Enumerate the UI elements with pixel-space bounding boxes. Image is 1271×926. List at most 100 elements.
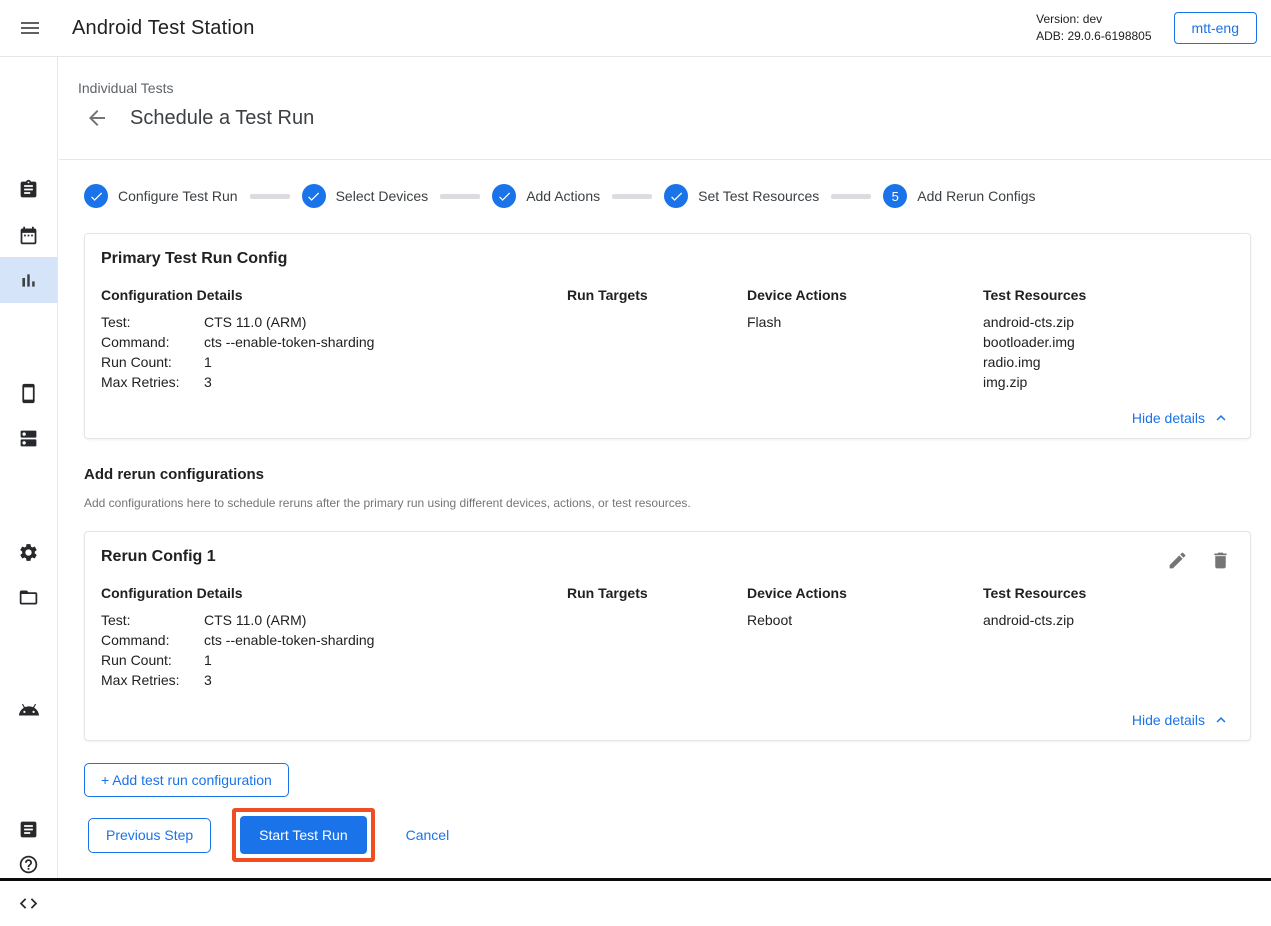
adb-version-label: ADB: 29.0.6-6198805 bbox=[1036, 28, 1151, 45]
config-value: cts --enable-token-sharding bbox=[204, 332, 567, 352]
stepper-step-label: Add Actions bbox=[526, 188, 600, 204]
clipboard-icon bbox=[18, 179, 39, 200]
rerun-section-description: Add configurations here to schedule reru… bbox=[84, 496, 1251, 510]
breadcrumb: Individual Tests bbox=[78, 80, 1251, 96]
test-resource-item: img.zip bbox=[983, 372, 1234, 392]
run-targets-column: Run Targets bbox=[567, 287, 747, 392]
stepper-step-add-actions[interactable]: Add Actions bbox=[492, 184, 600, 208]
chevron-up-icon bbox=[1212, 409, 1230, 427]
config-label: Test: bbox=[101, 610, 204, 630]
page-head: Individual Tests Schedule a Test Run bbox=[59, 57, 1271, 160]
edit-icon[interactable] bbox=[1167, 549, 1189, 571]
primary-test-run-config-card: Primary Test Run Config Configuration De… bbox=[84, 233, 1251, 439]
check-circle-icon bbox=[664, 184, 688, 208]
check-circle-icon bbox=[84, 184, 108, 208]
environment-button[interactable]: mtt-eng bbox=[1174, 12, 1257, 44]
hide-details-button[interactable]: Hide details bbox=[1132, 409, 1230, 427]
config-value: 3 bbox=[204, 372, 567, 392]
check-circle-icon bbox=[492, 184, 516, 208]
sidebar-item-settings[interactable] bbox=[0, 529, 57, 575]
column-header: Device Actions bbox=[747, 287, 983, 303]
card-title: Rerun Config 1 bbox=[101, 548, 1234, 566]
dns-icon bbox=[18, 428, 39, 449]
test-resource-item: bootloader.img bbox=[983, 332, 1234, 352]
test-resource-item: android-cts.zip bbox=[983, 610, 1234, 630]
stepper-step-label: Select Devices bbox=[336, 188, 429, 204]
stepper-step-label: Set Test Resources bbox=[698, 188, 819, 204]
step-number-badge: 5 bbox=[883, 184, 907, 208]
version-info: Version: dev ADB: 29.0.6-6198805 bbox=[1036, 11, 1151, 45]
stepper-connector bbox=[250, 194, 290, 199]
chevron-up-icon bbox=[1212, 711, 1230, 729]
config-label: Max Retries: bbox=[101, 372, 204, 392]
test-resource-item: radio.img bbox=[983, 352, 1234, 372]
column-header: Configuration Details bbox=[101, 287, 567, 303]
config-label: Command: bbox=[101, 630, 204, 650]
config-row: Run Count:1 bbox=[101, 650, 567, 670]
config-row: Max Retries:3 bbox=[101, 372, 567, 392]
config-value: 3 bbox=[204, 670, 567, 690]
test-resources-column: Test Resources android-cts.zip bbox=[983, 585, 1234, 690]
config-row: Test:CTS 11.0 (ARM) bbox=[101, 610, 567, 630]
column-header: Configuration Details bbox=[101, 585, 567, 601]
sidebar-item-dev-tools[interactable] bbox=[0, 880, 57, 926]
page-title: Schedule a Test Run bbox=[130, 107, 314, 130]
main-content: Individual Tests Schedule a Test Run Con… bbox=[59, 57, 1271, 881]
cancel-button[interactable]: Cancel bbox=[406, 827, 450, 843]
stepper-connector bbox=[831, 194, 871, 199]
run-targets-column: Run Targets bbox=[567, 585, 747, 690]
sidebar-item-devices[interactable] bbox=[0, 370, 57, 416]
device-action-item: Reboot bbox=[747, 610, 983, 630]
stepper-connector bbox=[440, 194, 480, 199]
sidebar-item-android[interactable] bbox=[0, 687, 57, 733]
gear-icon bbox=[18, 542, 39, 563]
annotation-highlight-box: Start Test Run bbox=[232, 808, 374, 862]
column-header: Run Targets bbox=[567, 287, 747, 303]
config-value: 1 bbox=[204, 650, 567, 670]
previous-step-button[interactable]: Previous Step bbox=[88, 818, 211, 853]
test-resources-column: Test Resources android-cts.zip bootloade… bbox=[983, 287, 1234, 392]
start-test-run-button[interactable]: Start Test Run bbox=[240, 816, 366, 854]
hamburger-menu-icon[interactable] bbox=[10, 8, 50, 48]
stepper-step-add-rerun-configs[interactable]: 5 Add Rerun Configs bbox=[883, 184, 1035, 208]
article-icon bbox=[18, 819, 39, 840]
sidebar-item-files[interactable] bbox=[0, 574, 57, 620]
sidebar-item-schedule[interactable] bbox=[0, 212, 57, 258]
delete-icon[interactable] bbox=[1210, 549, 1232, 571]
column-header: Run Targets bbox=[567, 585, 747, 601]
config-value: cts --enable-token-sharding bbox=[204, 630, 567, 650]
sidebar-item-test-plans[interactable] bbox=[0, 166, 57, 212]
sidebar-item-test-runs[interactable] bbox=[0, 257, 57, 303]
code-icon bbox=[18, 893, 39, 914]
device-actions-column: Device Actions Reboot bbox=[747, 585, 983, 690]
hide-details-button[interactable]: Hide details bbox=[1132, 711, 1230, 729]
config-row: Command:cts --enable-token-sharding bbox=[101, 630, 567, 650]
header-right: Version: dev ADB: 29.0.6-6198805 mtt-eng bbox=[1036, 11, 1271, 45]
stepper-step-label: Configure Test Run bbox=[118, 188, 238, 204]
stepper-step-configure-test-run[interactable]: Configure Test Run bbox=[84, 184, 238, 208]
rerun-config-card: Rerun Config 1 Configuration Details Tes… bbox=[84, 531, 1251, 741]
back-arrow-icon[interactable] bbox=[84, 105, 110, 131]
rerun-section-title: Add rerun configurations bbox=[84, 466, 1251, 483]
android-icon bbox=[18, 699, 40, 721]
config-label: Run Count: bbox=[101, 352, 204, 372]
folder-icon bbox=[18, 587, 39, 608]
device-action-item: Flash bbox=[747, 312, 983, 332]
stepper: Configure Test Run Select Devices Add Ac… bbox=[84, 183, 1251, 209]
check-circle-icon bbox=[302, 184, 326, 208]
config-value: 1 bbox=[204, 352, 567, 372]
sidebar-item-hosts[interactable] bbox=[0, 415, 57, 461]
device-actions-column: Device Actions Flash bbox=[747, 287, 983, 392]
add-test-run-configuration-button[interactable]: + Add test run configuration bbox=[84, 763, 289, 797]
config-row: Command:cts --enable-token-sharding bbox=[101, 332, 567, 352]
column-header: Test Resources bbox=[983, 287, 1234, 303]
wizard-actions: Previous Step Start Test Run Cancel bbox=[84, 808, 1251, 862]
smartphone-icon bbox=[18, 383, 39, 404]
stepper-step-set-test-resources[interactable]: Set Test Resources bbox=[664, 184, 819, 208]
stepper-step-label: Add Rerun Configs bbox=[917, 188, 1035, 204]
config-label: Run Count: bbox=[101, 650, 204, 670]
config-details-column: Configuration Details Test:CTS 11.0 (ARM… bbox=[101, 585, 567, 690]
stepper-step-select-devices[interactable]: Select Devices bbox=[302, 184, 429, 208]
hide-details-label: Hide details bbox=[1132, 712, 1205, 728]
config-value: CTS 11.0 (ARM) bbox=[204, 312, 567, 332]
